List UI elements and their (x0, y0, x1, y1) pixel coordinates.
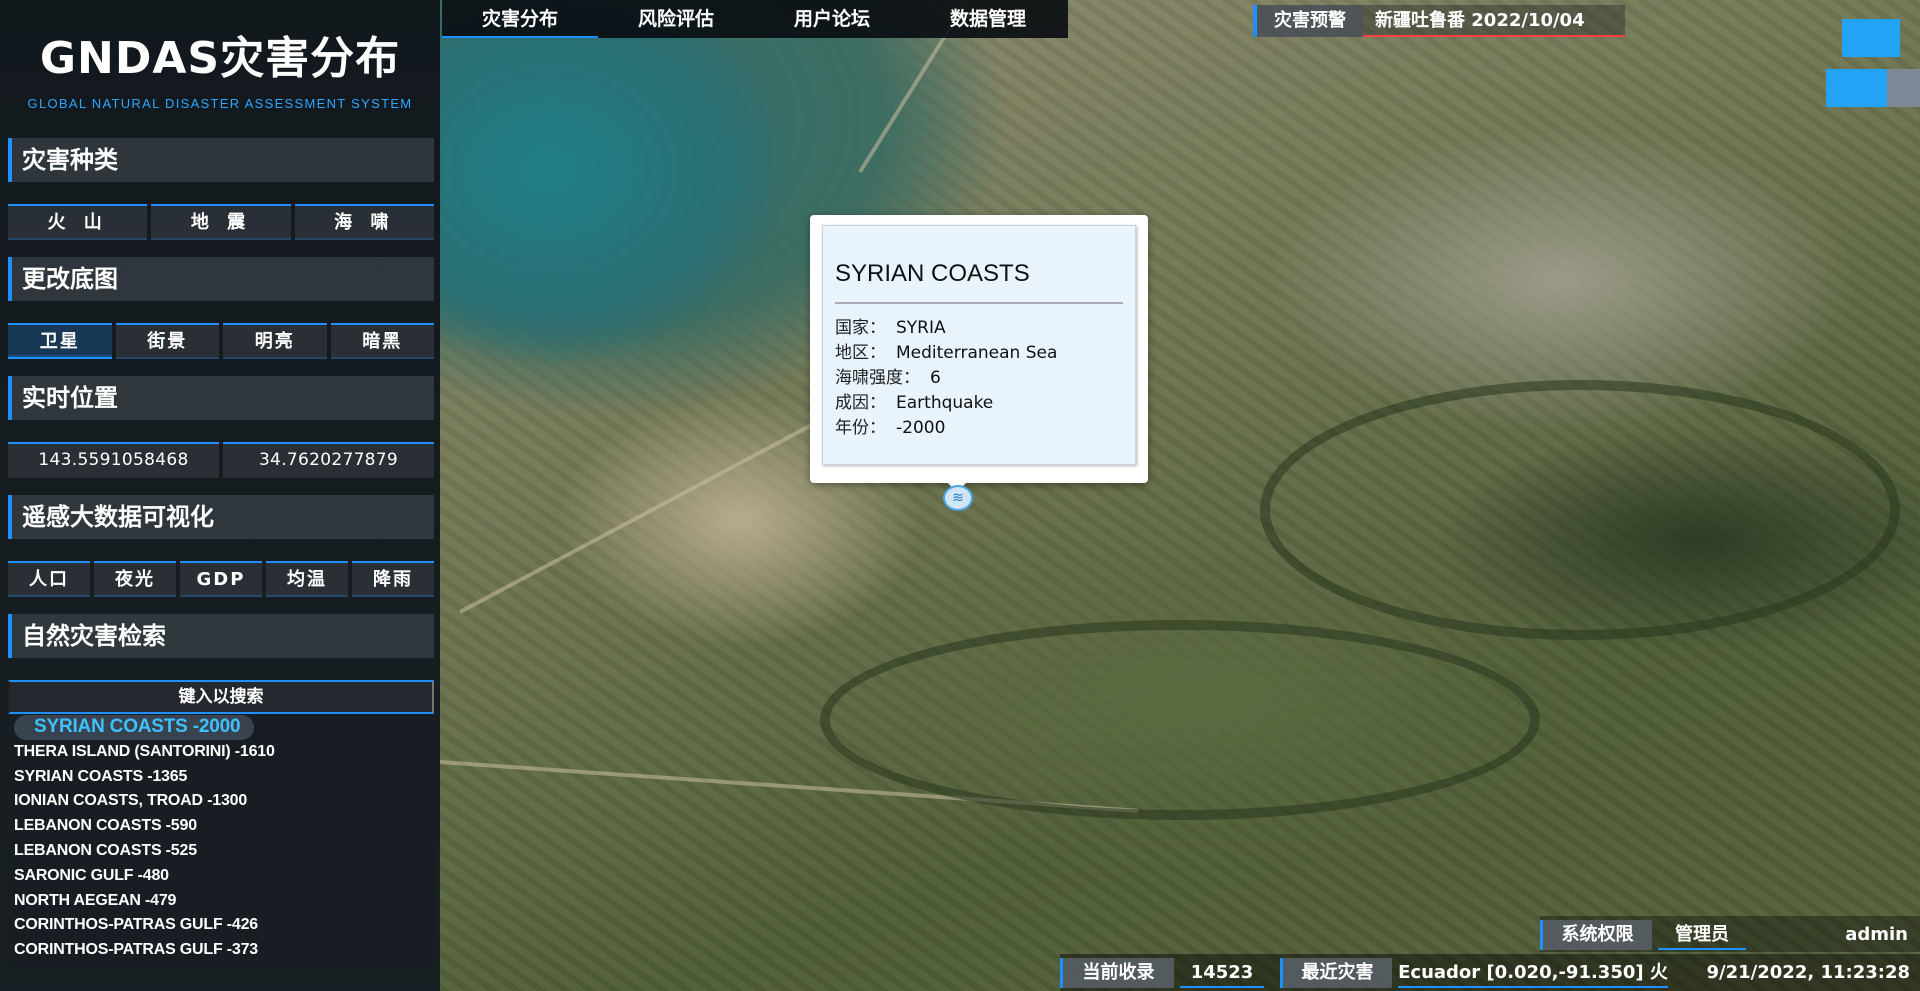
current-datetime: 9/21/2022, 11:23:28 AM (1706, 962, 1910, 983)
status-bar: 当前收录 14523 最近灾害 Ecuador [0.020,-91.350] … (1060, 954, 1920, 991)
tsunami-marker-icon[interactable]: ≋ (943, 485, 973, 511)
earthquake-button[interactable]: 地 震 (151, 204, 291, 240)
basemap-street-button[interactable]: 街景 (115, 323, 219, 359)
top-nav: 灾害分布 风险评估 用户论坛 数据管理 (442, 0, 1068, 38)
map-ridge (820, 620, 1540, 820)
popup-value: SYRIA (896, 318, 946, 338)
section-remote-sensing: 遥感大数据可视化 (8, 495, 434, 539)
tab-data-management[interactable]: 数据管理 (910, 0, 1066, 38)
popup-row-intensity: 海啸强度： 6 (835, 366, 1123, 391)
basemap-dark-button[interactable]: 暗黑 (330, 323, 434, 359)
result-item[interactable]: LEBANON COASTS -590 (8, 814, 434, 839)
result-item[interactable]: SYRIAN COASTS -1365 (8, 765, 434, 790)
popup-key: 成因： (835, 393, 886, 413)
alert-label[interactable]: 灾害预警 (1253, 5, 1363, 37)
brand: GNDAS灾害分布 GLOBAL NATURAL DISASTER ASSESS… (0, 22, 440, 111)
tab-user-forum[interactable]: 用户论坛 (754, 0, 910, 38)
popup-row-year: 年份： -2000 (835, 416, 1123, 441)
result-item[interactable]: LEBANON COASTS -525 (8, 839, 434, 864)
section-search: 自然灾害检索 (8, 614, 434, 658)
recent-disaster[interactable]: Ecuador [0.020,-91.350] 火山 (1398, 958, 1668, 988)
search-input[interactable] (8, 680, 434, 714)
popup-key: 地区： (835, 343, 886, 363)
tsunami-button[interactable]: 海 啸 (294, 204, 434, 240)
info-popup: SYRIAN COASTS 国家： SYRIA 地区： Mediterranean … (810, 215, 1148, 483)
popup-value: -2000 (896, 418, 946, 438)
popup-row-region: 地区： Mediterranean Sea (835, 341, 1123, 366)
map-control-button[interactable] (1842, 19, 1900, 57)
popup-title: SYRIAN COASTS (835, 260, 1030, 287)
result-item[interactable]: NORTH AEGEAN -479 (8, 889, 434, 914)
nightlight-button[interactable]: 夜光 (94, 561, 176, 597)
search-results: SYRIAN COASTS -2000 THERA ISLAND (SANTOR… (8, 715, 434, 965)
basemap-buttons: 卫星 街景 明亮 暗黑 (8, 323, 434, 359)
popup-value: Earthquake (896, 393, 994, 413)
result-item[interactable]: CORINTHOS-PATRAS GULF -373 (8, 938, 434, 963)
map-control-toggle[interactable] (1826, 69, 1920, 107)
user-role: 管理员 (1658, 920, 1746, 950)
gdp-button[interactable]: GDP (180, 561, 262, 597)
popup-key: 年份： (835, 418, 886, 438)
popup-divider (835, 302, 1123, 304)
count-value: 14523 (1180, 958, 1264, 988)
permissions-label[interactable]: 系统权限 (1540, 920, 1652, 950)
population-button[interactable]: 人口 (8, 561, 90, 597)
user-bar: 系统权限 管理员 admin (1540, 916, 1920, 952)
popup-content: SYRIAN COASTS 国家： SYRIA 地区： Mediterranean … (822, 225, 1136, 465)
popup-value: 6 (930, 368, 941, 388)
location-readout: 143.5591058468 34.7620277879 (8, 442, 434, 478)
section-location: 实时位置 (8, 376, 434, 420)
satellite-map[interactable] (440, 0, 1920, 991)
alert-text[interactable]: 新疆吐鲁番 2022/10/04 (1363, 5, 1625, 37)
app-title: GNDAS灾害分布 (39, 33, 401, 84)
tab-risk-assessment[interactable]: 风险评估 (598, 0, 754, 38)
popup-row-country: 国家： SYRIA (835, 316, 1123, 341)
map-ridge (1260, 380, 1900, 640)
basemap-light-button[interactable]: 明亮 (223, 323, 327, 359)
username[interactable]: admin (1810, 920, 1914, 950)
result-item[interactable]: SYRIAN COASTS -2000 (14, 715, 254, 740)
popup-key: 国家： (835, 318, 886, 338)
disaster-type-buttons: 火 山 地 震 海 啸 (8, 204, 434, 240)
temperature-button[interactable]: 均温 (266, 561, 348, 597)
app-subtitle: GLOBAL NATURAL DISASTER ASSESSMENT SYSTE… (27, 96, 413, 111)
result-item[interactable]: IONIAN COASTS, TROAD -1300 (8, 789, 434, 814)
result-item[interactable]: CORINTHOS-PATRAS GULF -426 (8, 913, 434, 938)
popup-key: 海啸强度： (835, 368, 920, 388)
latitude-value: 34.7620277879 (223, 442, 434, 478)
remote-sensing-buttons: 人口 夜光 GDP 均温 降雨 (8, 561, 434, 597)
volcano-button[interactable]: 火 山 (8, 204, 148, 240)
rainfall-button[interactable]: 降雨 (352, 561, 434, 597)
popup-row-cause: 成因： Earthquake (835, 391, 1123, 416)
section-disaster-type: 灾害种类 (8, 138, 434, 182)
sidebar: GNDAS灾害分布 GLOBAL NATURAL DISASTER ASSESS… (0, 0, 440, 991)
basemap-satellite-button[interactable]: 卫星 (8, 323, 112, 359)
tab-disaster-distribution[interactable]: 灾害分布 (442, 0, 598, 38)
recent-label: 最近灾害 (1280, 958, 1392, 988)
count-label: 当前收录 (1060, 958, 1174, 988)
longitude-value: 143.5591058468 (8, 442, 219, 478)
result-item[interactable]: THERA ISLAND (SANTORINI) -1610 (8, 740, 434, 765)
alert-bar: 灾害预警 新疆吐鲁番 2022/10/04 (1253, 5, 1625, 37)
result-item[interactable]: SARONIC GULF -480 (8, 864, 434, 889)
popup-value: Mediterranean Sea (896, 343, 1058, 363)
section-basemap: 更改底图 (8, 257, 434, 301)
